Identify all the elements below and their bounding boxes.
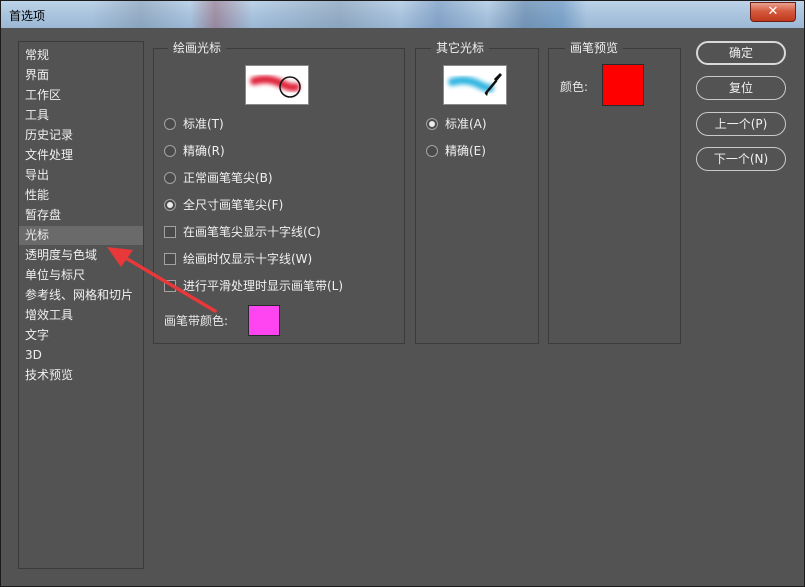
radio-button[interactable] [164,145,176,157]
reset-button[interactable]: 复位 [696,76,786,100]
radio-button[interactable] [426,118,438,130]
radio-button[interactable] [164,172,176,184]
nav-item[interactable]: 增效工具 [19,306,143,325]
option-label: 标准(T) [183,117,224,131]
option-label: 精确(R) [183,144,225,158]
nav-item[interactable]: 历史记录 [19,126,143,145]
option-label: 正常画笔笔尖(B) [183,171,273,185]
title-bar[interactable]: 首选项 ✕ [1,1,804,28]
close-button[interactable]: ✕ [750,2,796,22]
nav-item[interactable]: 性能 [19,186,143,205]
nav-item[interactable]: 单位与标尺 [19,266,143,285]
nav-item[interactable]: 常规 [19,46,143,65]
nav-item[interactable]: 透明度与色域 [19,246,143,265]
checkbox[interactable] [164,280,176,292]
nav-item[interactable]: 技术预览 [19,366,143,385]
nav-item[interactable]: 参考线、网格和切片 [19,286,143,305]
ok-button[interactable]: 确定 [696,41,786,65]
painting-cursor-preview [245,65,309,105]
close-icon: ✕ [767,4,779,19]
option-label: 在画笔笔尖显示十字线(C) [183,225,321,239]
other-cursors-group: 其它光标 标准(A) 精确(E) [415,41,539,344]
brush-circle-cursor-icon [250,75,301,98]
nav-item[interactable]: 界面 [19,66,143,85]
brush-preview-color-swatch[interactable] [602,64,644,106]
window-title: 首选项 [9,9,46,23]
option-label: 进行平滑处理时显示画笔带(L) [183,279,344,293]
painting-cursors-legend: 绘画光标 [168,41,227,55]
nav-item[interactable]: 文字 [19,326,143,345]
nav-item[interactable]: 3D [19,346,143,365]
radio-button[interactable] [426,145,438,157]
leash-color-label: 画笔带颜色: [164,314,229,328]
nav-item[interactable]: 文件处理 [19,146,143,165]
previous-button[interactable]: 上一个(P) [696,112,786,136]
option-label: 绘画时仅显示十字线(W) [183,252,313,266]
nav-item[interactable]: 工具 [19,106,143,125]
brush-preview-group: 画笔预览 颜色: [548,41,681,344]
painting-cursors-group: 绘画光标 标准(T) 精确(R) 正常画笔笔尖(B) 全尺寸画笔笔尖(F) 在画笔笔尖显… [153,41,405,344]
brush-preview-legend: 画笔预览 [565,41,624,55]
title-bar-background-blur [91,1,711,28]
leash-color-swatch[interactable] [248,305,280,336]
eyedropper-cursor-icon [448,73,502,96]
checkbox[interactable] [164,253,176,265]
nav-item[interactable]: 暂存盘 [19,206,143,225]
option-label: 全尺寸画笔笔尖(F) [183,198,284,212]
preferences-dialog: 首选项 ✕ 常规 界面 工作区 工具 历史记录 文件处理 导出 性能 暂存盘 光标 透明度与色域 单位… [0,0,805,587]
option-label: 标准(A) [445,117,487,131]
other-cursors-legend: 其它光标 [431,41,490,55]
option-label: 精确(E) [445,144,486,158]
brush-preview-color-label: 颜色: [560,80,589,94]
dialog-body: 常规 界面 工作区 工具 历史记录 文件处理 导出 性能 暂存盘 光标 透明度与色域 单位与标尺 参考线… [7,29,798,582]
radio-button[interactable] [164,118,176,130]
nav-item[interactable]: 光标 [19,226,143,245]
other-cursor-preview [443,65,507,105]
checkbox[interactable] [164,226,176,238]
nav-item[interactable]: 导出 [19,166,143,185]
nav-item[interactable]: 工作区 [19,86,143,105]
next-button[interactable]: 下一个(N) [696,147,786,171]
radio-button[interactable] [164,199,176,211]
category-list[interactable]: 常规 界面 工作区 工具 历史记录 文件处理 导出 性能 暂存盘 光标 透明度与色域 单位与标尺 参考线… [18,41,144,569]
